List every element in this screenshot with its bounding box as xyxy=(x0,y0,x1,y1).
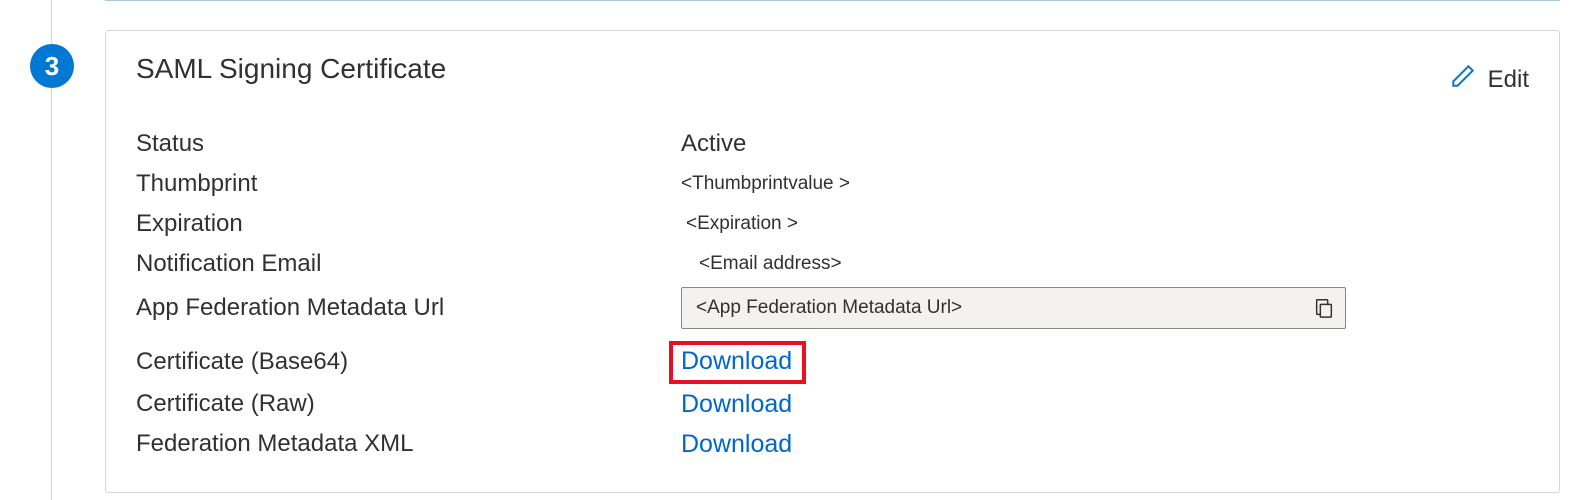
card-top-divider xyxy=(105,0,1560,1)
card-title: SAML Signing Certificate xyxy=(136,53,446,85)
cert-raw-label: Certificate (Raw) xyxy=(136,390,681,418)
pencil-icon xyxy=(1450,63,1476,96)
expiration-value: <Expiration > xyxy=(686,213,798,235)
thumbprint-label: Thumbprint xyxy=(136,170,681,198)
metadata-url-value: <App Federation Metadata Url> xyxy=(696,297,1313,319)
step-number-badge: 3 xyxy=(30,44,74,88)
download-fed-metadata-xml-link[interactable]: Download xyxy=(681,430,792,459)
metadata-url-field[interactable]: <App Federation Metadata Url> xyxy=(681,287,1346,329)
metadata-url-label: App Federation Metadata Url xyxy=(136,294,681,322)
notification-email-label: Notification Email xyxy=(136,250,681,278)
expiration-label: Expiration xyxy=(136,210,681,238)
download-cert-raw-link[interactable]: Download xyxy=(681,390,792,419)
download-cert-base64-link[interactable]: Download xyxy=(669,341,806,384)
fed-metadata-xml-label: Federation Metadata XML xyxy=(136,430,681,458)
saml-signing-certificate-card: SAML Signing Certificate Edit Status Act… xyxy=(105,30,1560,493)
status-value: Active xyxy=(681,130,746,158)
cert-base64-label: Certificate (Base64) xyxy=(136,348,681,376)
edit-button[interactable]: Edit xyxy=(1450,63,1529,96)
notification-email-value: <Email address> xyxy=(699,253,842,275)
thumbprint-value: <Thumbprintvalue > xyxy=(681,173,850,195)
edit-label: Edit xyxy=(1488,66,1529,94)
copy-icon[interactable] xyxy=(1313,297,1335,319)
status-label: Status xyxy=(136,130,681,158)
